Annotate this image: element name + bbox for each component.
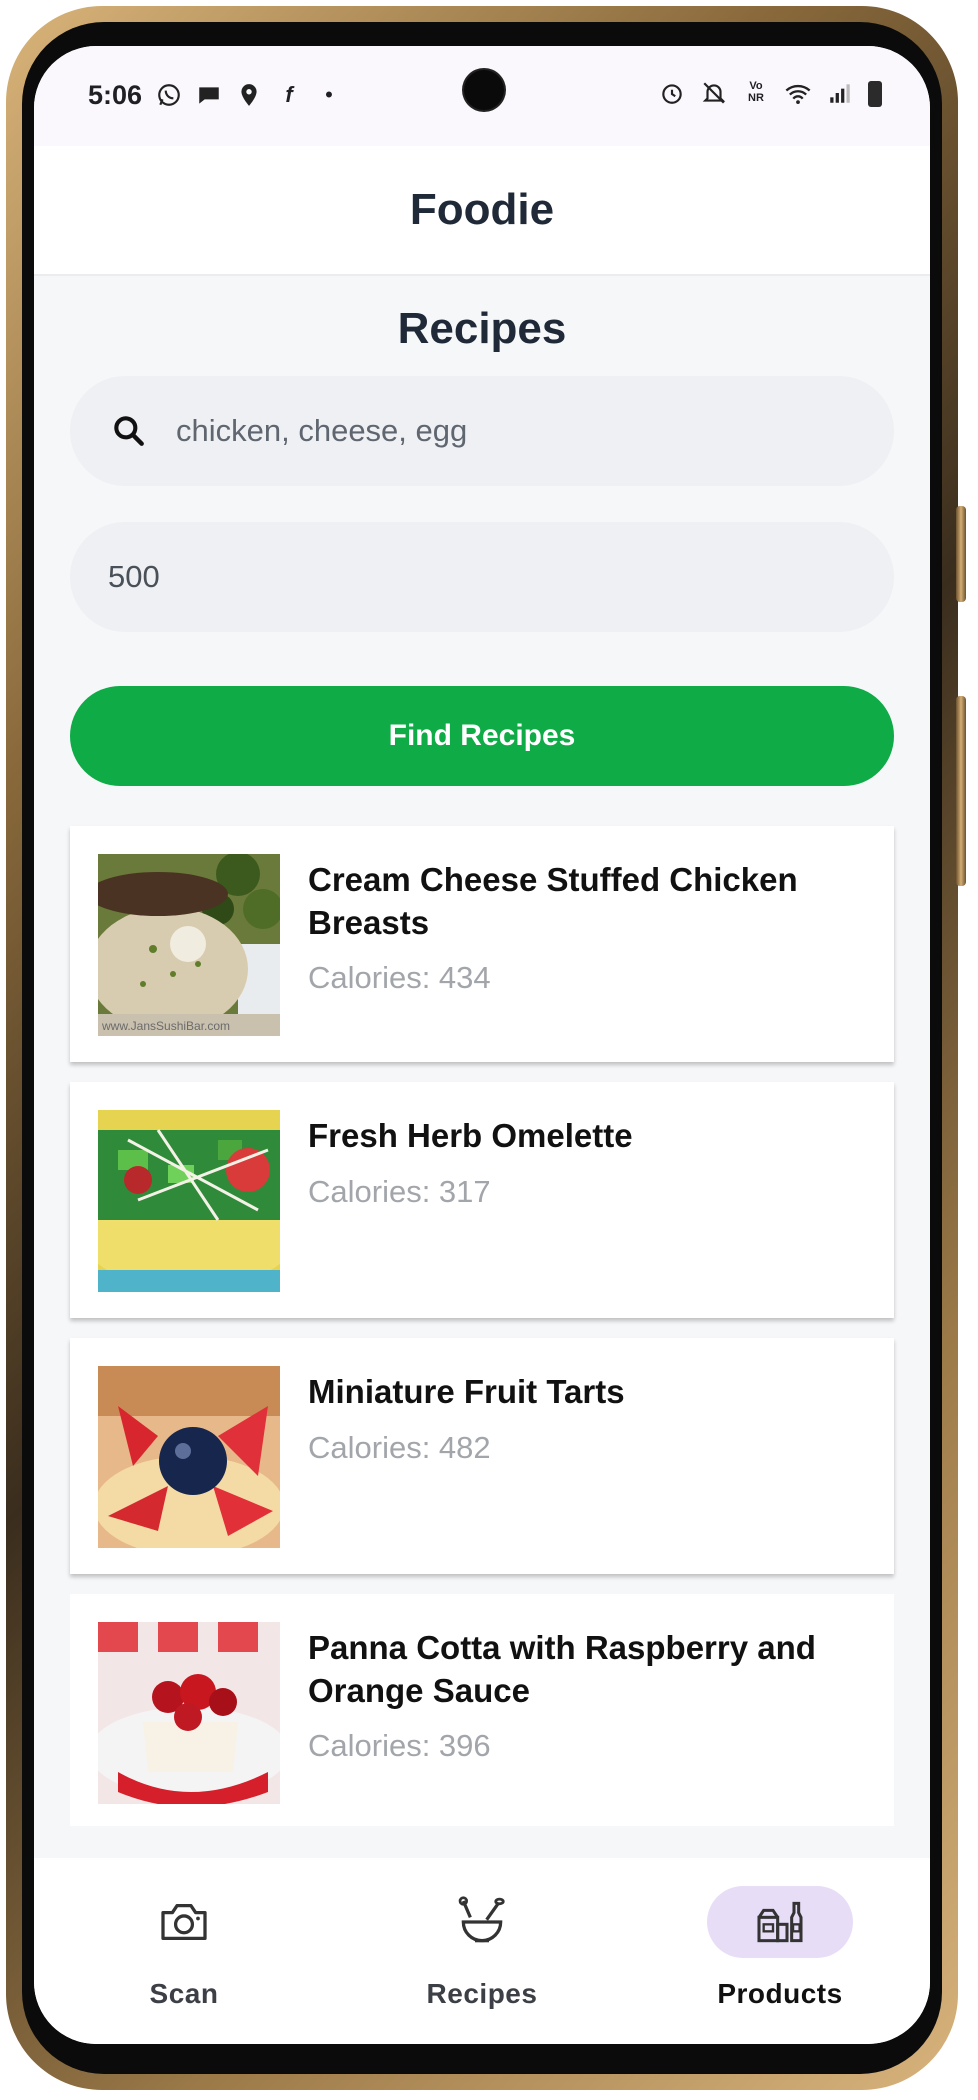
power-button bbox=[956, 696, 966, 886]
recipe-name: Miniature Fruit Tarts bbox=[308, 1373, 625, 1410]
calorie-input-value: 500 bbox=[108, 559, 160, 594]
page-title: Recipes bbox=[397, 304, 567, 353]
wifi-icon bbox=[784, 80, 812, 108]
recipe-name: Fresh Herb Omelette bbox=[308, 1117, 633, 1154]
dot-icon: • bbox=[325, 82, 333, 107]
battery-icon bbox=[868, 81, 882, 107]
recipe-calories: Calories: 434 bbox=[308, 960, 491, 995]
recipe-card[interactable]: Fresh Herb Omelette Calories: 317 bbox=[70, 1082, 894, 1318]
recipe-name: Cream Cheese Stuffed Chicken Breasts bbox=[308, 861, 798, 941]
nav-label-recipes: Recipes bbox=[426, 1978, 538, 2009]
chat-icon bbox=[196, 82, 222, 108]
nav-tab-recipes[interactable]: Recipes bbox=[332, 1858, 632, 2044]
app-title: Foodie bbox=[409, 185, 555, 234]
nav-tab-scan[interactable]: Scan bbox=[34, 1858, 334, 2044]
camera-icon bbox=[111, 1886, 257, 1958]
status-time: 5:06 bbox=[88, 80, 143, 110]
volume-button bbox=[956, 506, 966, 602]
mixing-bowl-icon bbox=[409, 1886, 555, 1958]
calorie-limit-input[interactable]: 500 bbox=[70, 522, 894, 632]
status-notification-icons: f • bbox=[156, 82, 342, 108]
status-bar: 5:06 f • Vo NR bbox=[34, 46, 930, 146]
image-watermark: www.JansSushiBar.com bbox=[101, 1019, 230, 1033]
whatsapp-icon bbox=[156, 82, 182, 108]
recipe-calories: Calories: 482 bbox=[308, 1430, 491, 1465]
app-header: Foodie bbox=[34, 146, 930, 276]
location-pin-icon bbox=[236, 82, 262, 108]
nav-label-products: Products bbox=[717, 1978, 843, 2009]
vonr-icon: Vo NR bbox=[748, 80, 764, 104]
nav-tab-products[interactable]: Products bbox=[630, 1858, 930, 2044]
bottom-navigation: Scan Recipes Products bbox=[34, 1858, 930, 2044]
status-system-icons: Vo NR bbox=[658, 80, 882, 108]
find-recipes-button[interactable]: Find Recipes bbox=[70, 686, 894, 786]
recipe-card[interactable]: Miniature Fruit Tarts Calories: 482 bbox=[70, 1338, 894, 1574]
recipe-name: Panna Cotta with Raspberry and Orange Sa… bbox=[308, 1629, 816, 1709]
recipe-image-panna-cotta bbox=[98, 1622, 280, 1804]
facebook-icon: f bbox=[285, 82, 293, 107]
grocery-products-icon bbox=[707, 1886, 853, 1958]
front-camera bbox=[464, 70, 504, 110]
nav-label-scan: Scan bbox=[149, 1978, 219, 2009]
bell-off-icon bbox=[700, 80, 728, 108]
recipe-calories: Calories: 396 bbox=[308, 1728, 491, 1763]
recipe-image-fruit-tarts bbox=[98, 1366, 280, 1548]
recipe-calories: Calories: 317 bbox=[308, 1174, 491, 1209]
ingredients-search-input[interactable]: chicken, cheese, egg bbox=[70, 376, 894, 486]
recipe-card[interactable]: www.JansSushiBar.com Cream Cheese Stuffe… bbox=[70, 826, 894, 1062]
screen: 5:06 f • Vo NR Foodie Recipes chicken, c… bbox=[34, 46, 930, 2044]
search-input-value: chicken, cheese, egg bbox=[176, 413, 468, 448]
recipe-image-stuffed-chicken: www.JansSushiBar.com bbox=[98, 854, 280, 1036]
alarm-icon bbox=[658, 80, 686, 108]
recipe-image-herb-omelette bbox=[98, 1110, 280, 1292]
recipe-card[interactable]: Panna Cotta with Raspberry and Orange Sa… bbox=[70, 1594, 894, 1826]
signal-icon bbox=[826, 80, 854, 108]
search-icon bbox=[110, 412, 148, 450]
